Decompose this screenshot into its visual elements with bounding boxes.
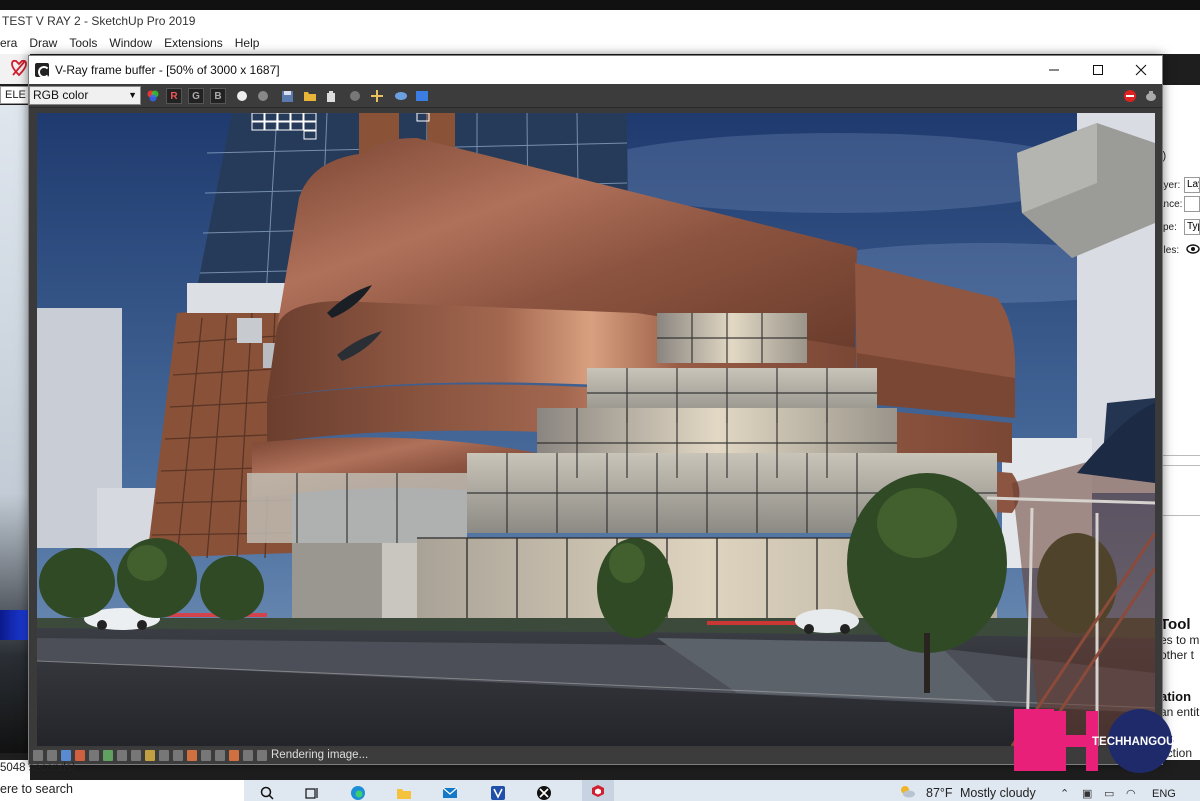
alpha-icon[interactable] — [255, 88, 271, 104]
instructor-line-1: es to m — [1160, 633, 1200, 647]
chevron-down-icon: ▼ — [128, 90, 137, 100]
render-status-text: Rendering image... — [271, 749, 369, 761]
mail-icon[interactable] — [441, 785, 459, 801]
status-tool-icon[interactable] — [89, 750, 99, 761]
status-tool-icon[interactable] — [201, 750, 211, 761]
track-mouse-icon[interactable] — [347, 88, 363, 104]
instructor-tool-title: Tool — [1160, 616, 1191, 633]
sketchup-title: TEST V RAY 2 - SketchUp Pro 2019 — [0, 10, 1200, 32]
red-channel-button[interactable]: R — [166, 88, 182, 104]
task-view-icon[interactable] — [303, 785, 321, 801]
vfb-titlebar[interactable]: V-Ray frame buffer - [50% of 3000 x 1687… — [29, 56, 1162, 84]
minimize-button[interactable] — [1032, 56, 1076, 84]
vray-app-icon[interactable] — [489, 785, 507, 801]
menu-tools[interactable]: Tools — [69, 36, 103, 50]
tray-divider — [1160, 455, 1200, 456]
status-tool-icon[interactable] — [145, 750, 155, 761]
clear-image-icon[interactable] — [323, 88, 339, 104]
chevron-up-icon[interactable]: ⌃ — [1060, 787, 1069, 800]
status-tool-icon[interactable] — [243, 750, 253, 761]
tray-instance-field[interactable] — [1184, 196, 1200, 212]
history-icon[interactable] — [414, 88, 430, 104]
taskbar-search-text: ere to search — [0, 782, 73, 796]
file-explorer-icon[interactable] — [395, 785, 413, 801]
tray-type-value[interactable]: Typ — [1184, 219, 1200, 235]
sketchup-menubar: era Draw Tools Window Extensions Help — [0, 32, 1200, 54]
sketchup-taskbar-icon[interactable] — [582, 780, 614, 801]
blue-channel-button[interactable]: B — [210, 88, 226, 104]
weather-temperature[interactable]: 87°F — [926, 786, 953, 800]
techhangout-watermark-logo: TECHHANGOUT — [1014, 709, 1174, 773]
eye-icon[interactable] — [1186, 243, 1200, 255]
menu-extensions[interactable]: Extensions — [164, 36, 229, 50]
vfb-title: V-Ray frame buffer - [50% of 3000 x 1687… — [55, 63, 280, 77]
status-tool-icon[interactable] — [75, 750, 85, 761]
tray-divider — [1160, 515, 1200, 516]
green-channel-button[interactable]: G — [188, 88, 204, 104]
tray-layer-value[interactable]: Lay — [1184, 177, 1200, 193]
network-icon[interactable]: ◠ — [1126, 787, 1136, 800]
xbox-icon[interactable] — [535, 785, 553, 801]
status-tool-icon[interactable] — [103, 750, 113, 761]
channel-select-value: RGB color — [33, 88, 89, 102]
status-tool-icon[interactable] — [47, 750, 57, 761]
menu-help[interactable]: Help — [235, 36, 266, 50]
techhangout-text: TECHHANGOUT — [1092, 736, 1174, 748]
vfb-statusbar: Rendering image... — [29, 748, 1162, 764]
save-icon[interactable] — [279, 88, 295, 104]
channel-select[interactable]: RGB color ▼ — [29, 86, 141, 105]
rendered-building-image — [37, 113, 1155, 746]
maximize-button[interactable] — [1076, 56, 1120, 84]
layer-field[interactable]: ELE — [0, 86, 30, 104]
vray-logo-icon — [35, 63, 50, 78]
status-tool-icon[interactable] — [131, 750, 141, 761]
status-tool-icon[interactable] — [187, 750, 197, 761]
status-tool-icon[interactable] — [33, 750, 43, 761]
viewport-car — [0, 610, 28, 640]
instructor-line-2: other t — [1160, 648, 1195, 662]
taskbar-search[interactable]: ere to search — [0, 780, 244, 801]
status-tool-icon[interactable] — [229, 750, 239, 761]
status-tool-icon[interactable] — [117, 750, 127, 761]
close-button[interactable] — [1119, 56, 1163, 84]
sketchup-status-text: 5048 seconds) — [0, 762, 76, 774]
color-channels-icon[interactable] — [145, 88, 161, 104]
sketchup-viewport[interactable] — [0, 105, 30, 753]
instructor-section-title: ation — [1160, 689, 1192, 704]
status-tool-icon[interactable] — [61, 750, 71, 761]
screen: TEST V RAY 2 - SketchUp Pro 2019 era Dra… — [0, 0, 1200, 801]
menu-window[interactable]: Window — [109, 36, 158, 50]
render-image[interactable] — [37, 113, 1155, 746]
top-strip — [0, 0, 1200, 10]
vray-frame-buffer-window: V-Ray frame buffer - [50% of 3000 x 1687… — [28, 55, 1163, 765]
menu-draw[interactable]: Draw — [29, 36, 63, 50]
status-tool-icon[interactable] — [257, 750, 267, 761]
open-folder-icon[interactable] — [302, 88, 318, 104]
status-tool-icon[interactable] — [159, 750, 169, 761]
language-indicator[interactable]: ENG — [1152, 788, 1176, 800]
edge-browser-icon[interactable] — [349, 785, 367, 801]
lens-effects-icon[interactable] — [393, 88, 409, 104]
status-tool-icon[interactable] — [173, 750, 183, 761]
region-render-icon[interactable] — [369, 88, 385, 104]
weather-description[interactable]: Mostly cloudy — [960, 786, 1036, 800]
sketchup-logo-icon[interactable] — [9, 58, 29, 78]
vfb-toolbar: RGB color ▼ R G B — [29, 84, 1162, 108]
tray-divider — [1160, 465, 1200, 466]
cloud-sun-icon[interactable] — [898, 784, 916, 798]
render-teapot-icon[interactable] — [1143, 88, 1159, 104]
stop-render-icon[interactable] — [1122, 88, 1138, 104]
battery-icon[interactable]: ▭ — [1104, 787, 1114, 800]
mono-white-icon[interactable] — [234, 88, 250, 104]
search-icon[interactable] — [258, 785, 276, 801]
camera-icon[interactable]: ▣ — [1082, 787, 1092, 800]
status-tool-icon[interactable] — [215, 750, 225, 761]
menu-camera[interactable]: era — [0, 36, 23, 50]
